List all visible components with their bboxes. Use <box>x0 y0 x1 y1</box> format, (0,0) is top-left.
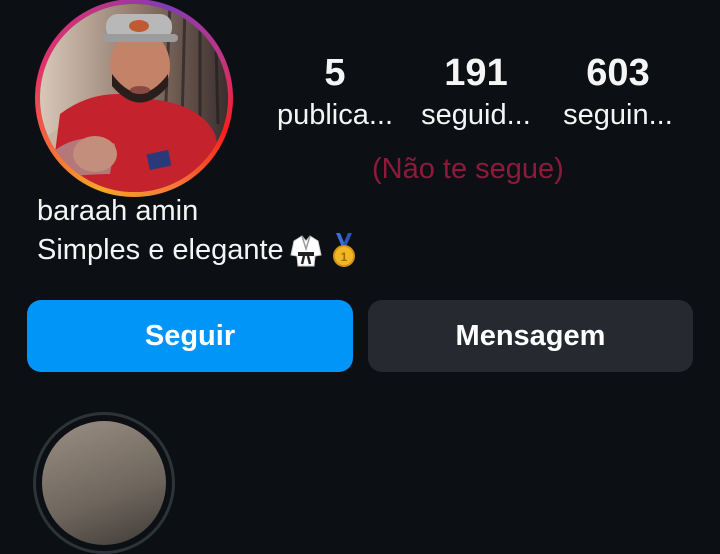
profile-avatar[interactable] <box>35 0 233 197</box>
avatar-photo <box>40 4 228 192</box>
stat-posts[interactable]: 5 publica... <box>265 50 405 133</box>
bio-text: Simples e elegante <box>37 233 284 266</box>
stat-posts-count: 5 <box>324 52 346 94</box>
follow-button[interactable]: Seguir <box>27 300 353 372</box>
stat-posts-label: publica... <box>276 99 394 131</box>
avatar-image <box>40 4 228 192</box>
svg-text:1: 1 <box>340 250 347 264</box>
stat-followers-label: seguid... <box>421 99 531 131</box>
story-highlight-thumbnail <box>42 421 166 545</box>
stat-following-count: 603 <box>586 52 650 94</box>
stat-following[interactable]: 603 seguin... <box>548 50 688 133</box>
stat-followers[interactable]: 191 seguid... <box>406 50 546 133</box>
message-button[interactable]: Mensagem <box>368 300 693 372</box>
follows-you-notice: (Não te segue) <box>372 153 564 185</box>
stat-followers-count: 191 <box>444 52 508 94</box>
stat-following-label: seguin... <box>563 99 673 131</box>
martial-arts-uniform-emoji <box>290 235 322 267</box>
profile-name: baraah amin <box>37 195 199 227</box>
profile-bio: Simples e elegante 1 <box>37 233 360 267</box>
story-highlight[interactable] <box>33 412 175 554</box>
medal-emoji: 1 <box>332 233 355 267</box>
